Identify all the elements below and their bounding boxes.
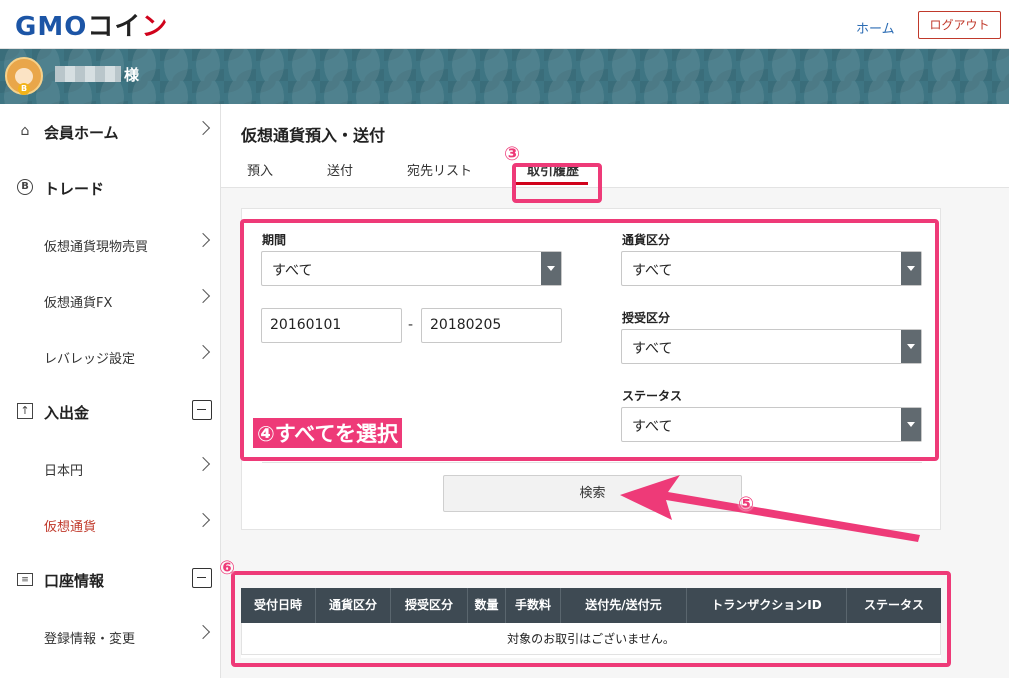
home-link[interactable]: ホーム <box>856 18 895 37</box>
bitcoin-icon: B <box>17 179 33 195</box>
sidebar-item-label: 日本円 <box>44 464 84 479</box>
sidebar-item-label: 口座情報 <box>44 572 105 590</box>
sidebar-item-spot-trading[interactable]: 仮想通貨現物売買 <box>0 216 220 272</box>
sidebar-item-deposit-withdraw[interactable]: ↑ 入出金 <box>0 384 220 440</box>
sidebar-item-crypto-fx[interactable]: 仮想通貨FX <box>0 272 220 328</box>
tab-address-list[interactable]: 宛先リスト <box>407 160 472 179</box>
username-redacted <box>55 66 121 82</box>
page-title: 仮想通貨預入・送付 <box>241 126 386 145</box>
top-header: GMOコイン ホーム ログアウト <box>0 0 1009 49</box>
highlight-tab-transaction-history <box>512 163 602 203</box>
pointer-arrow-icon <box>620 475 920 542</box>
sidebar-item-label: 仮想通貨FX <box>44 296 113 311</box>
sidebar-item-jpy[interactable]: 日本円 <box>0 440 220 496</box>
collapse-icon[interactable] <box>192 568 212 588</box>
tab-deposit[interactable]: 預入 <box>247 160 273 179</box>
chevron-right-icon <box>195 344 211 360</box>
highlight-results-table <box>231 571 951 667</box>
step-5-badge: ⑤ <box>738 493 755 515</box>
logout-button[interactable]: ログアウト <box>918 11 1001 39</box>
tab-send[interactable]: 送付 <box>327 160 353 179</box>
step-6-badge: ⑥ <box>219 557 236 579</box>
sidebar-item-label: トレード <box>44 180 105 198</box>
bitcoin-coin-icon: B <box>18 83 30 95</box>
sidebar-item-account-info[interactable]: ≡ 口座情報 <box>0 552 220 608</box>
sidebar-item-label: 仮想通貨 <box>44 520 97 535</box>
gmo-coin-logo[interactable]: GMOコイン <box>15 6 168 43</box>
sidebar-item-label: 仮想通貨現物売買 <box>44 240 149 255</box>
chevron-right-icon <box>195 512 211 528</box>
page-header: 仮想通貨預入・送付 預入 送付 宛先リスト 取引履歴 <box>221 104 1009 188</box>
chevron-right-icon <box>195 120 211 136</box>
account-icon: ≡ <box>17 573 33 586</box>
avatar: B <box>5 57 43 95</box>
username-suffix: 様 <box>124 66 140 84</box>
logo-text-main: GMO <box>15 12 88 42</box>
sidebar-item-label: 登録情報・変更 <box>44 632 136 647</box>
sidebar-item-leverage-settings[interactable]: レバレッジ設定 <box>0 328 220 384</box>
chevron-right-icon <box>195 232 211 248</box>
deposit-icon: ↑ <box>17 403 33 419</box>
logo-text-kana: コイ <box>87 12 142 42</box>
user-banner <box>0 49 1009 104</box>
sidebar-item-label: レバレッジ設定 <box>44 352 136 367</box>
collapse-icon[interactable] <box>192 400 212 420</box>
logo-text-end: ン <box>141 12 169 42</box>
sidebar: ⌂ 会員ホーム B トレード 仮想通貨現物売買 仮想通貨FX レバレッジ設定 ↑… <box>0 104 221 678</box>
divider <box>262 462 922 463</box>
sidebar-item-label: 入出金 <box>44 404 90 422</box>
sidebar-item-label: 会員ホーム <box>44 124 119 142</box>
chevron-right-icon <box>195 624 211 640</box>
home-icon: ⌂ <box>20 123 30 139</box>
step-4-note: ④すべてを選択 <box>253 418 403 448</box>
step-3-badge: ③ <box>504 143 521 165</box>
chevron-right-icon <box>195 456 211 472</box>
sidebar-item-registration-info[interactable]: 登録情報・変更 <box>0 608 220 664</box>
chevron-right-icon <box>195 288 211 304</box>
sidebar-item-member-home[interactable]: ⌂ 会員ホーム <box>0 104 220 160</box>
sidebar-item-crypto[interactable]: 仮想通貨 <box>0 496 220 552</box>
sidebar-item-trade[interactable]: B トレード <box>0 160 220 216</box>
